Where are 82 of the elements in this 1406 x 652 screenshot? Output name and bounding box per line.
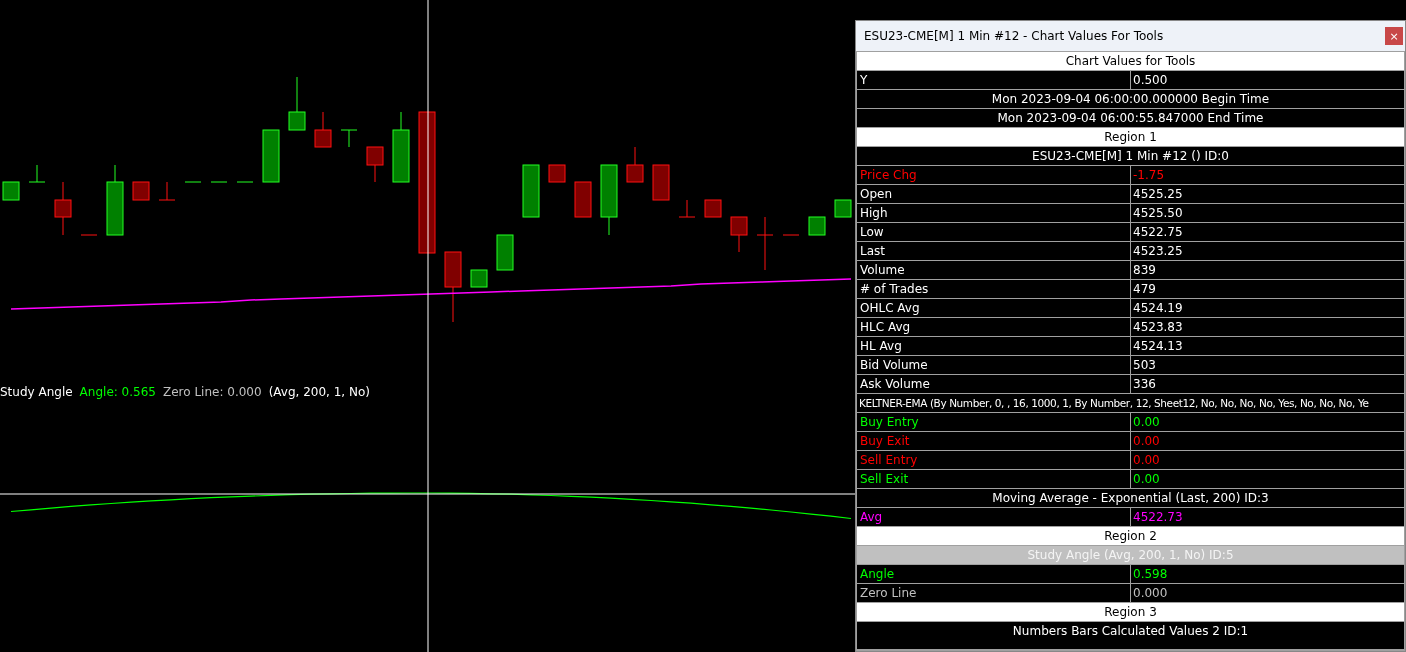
value-label: HL Avg xyxy=(860,339,902,353)
candle xyxy=(730,216,748,253)
candle xyxy=(652,164,670,201)
candle xyxy=(314,111,332,148)
legend-item: (Avg, 200, 1, No) xyxy=(268,385,370,399)
value-label: Sell Entry xyxy=(860,453,918,467)
value-label: Angle xyxy=(860,567,895,581)
value-cell-text: 4523.25 xyxy=(1132,244,1183,258)
value-label: Volume xyxy=(860,263,905,277)
value-label: Open xyxy=(860,187,893,201)
value-label: Zero Line xyxy=(860,586,917,600)
candle xyxy=(678,199,696,218)
value-cell-text: 839 xyxy=(1132,263,1156,277)
window-title: ESU23-CME[M] 1 Min #12 - Chart Values For Tools xyxy=(864,29,1164,43)
section-header: Region 3 xyxy=(1103,605,1158,619)
value-label: Sell Exit xyxy=(860,472,909,486)
value-cell-text: 0.598 xyxy=(1132,567,1168,581)
candle xyxy=(340,129,358,148)
candle xyxy=(626,146,644,183)
value-cell-text: 0.00 xyxy=(1132,453,1160,467)
value-cell-text: 0.000 xyxy=(1132,586,1168,600)
section-header: Chart Values for Tools xyxy=(1064,54,1197,68)
legend-title: Study Angle xyxy=(0,385,73,399)
legend-item: Angle: 0.565 xyxy=(79,385,156,399)
value-label: Low xyxy=(860,225,884,239)
value-label: Avg xyxy=(860,510,883,524)
section-header: Region 1 xyxy=(1103,130,1158,144)
value-label: Last xyxy=(860,244,885,258)
value-cell-text: 0.00 xyxy=(1132,415,1160,429)
value-label: HLC Avg xyxy=(860,320,911,334)
value-label: Y xyxy=(860,73,868,87)
candle xyxy=(444,251,462,323)
candle xyxy=(548,164,566,183)
study-title-row[interactable]: ESU23-CME[M] 1 Min #12 () ID:0 xyxy=(857,147,1404,166)
candle xyxy=(158,181,176,201)
value-cell-text: 0.500 xyxy=(1132,73,1168,87)
value-cell-text: 0.00 xyxy=(1132,434,1160,448)
legend-item: Zero Line: 0.000 xyxy=(162,385,262,399)
value-label: OHLC Avg xyxy=(860,301,920,315)
candle xyxy=(600,164,618,236)
value-cell-text: 4522.75 xyxy=(1132,225,1183,239)
candle xyxy=(574,181,592,218)
value-cell-text: 0.00 xyxy=(1132,472,1160,486)
value-cell-text: 336 xyxy=(1132,377,1156,391)
candle xyxy=(496,234,514,271)
value-cell-text: 4525.50 xyxy=(1132,206,1183,220)
study-title-row[interactable]: Moving Average - Exponential (Last, 200) ID:3 xyxy=(857,489,1404,508)
value-label: Bid Volume xyxy=(860,358,928,372)
value-cell-text: 479 xyxy=(1132,282,1156,296)
candle xyxy=(54,181,72,236)
value-label: # of Trades xyxy=(860,282,929,296)
value-cell-text: 4525.25 xyxy=(1132,187,1183,201)
candle xyxy=(470,269,488,288)
value-label: Price Chg xyxy=(860,168,917,182)
section-header: Region 2 xyxy=(1103,529,1158,543)
value-cell-text: -1.75 xyxy=(1132,168,1165,182)
value-cell-text: 4524.13 xyxy=(1132,339,1183,353)
candle xyxy=(28,164,46,183)
candle xyxy=(522,164,540,218)
value-label: Ask Volume xyxy=(860,377,930,391)
value-cell-text: 4522.73 xyxy=(1132,510,1183,524)
candle xyxy=(808,216,826,236)
candle xyxy=(106,164,124,236)
candle xyxy=(392,111,410,183)
candle xyxy=(288,76,306,131)
value-label: Buy Exit xyxy=(860,434,910,448)
candle xyxy=(704,199,722,218)
candle xyxy=(132,181,150,201)
value-label: High xyxy=(860,206,888,220)
candle xyxy=(262,129,280,183)
candle xyxy=(834,199,852,218)
candle xyxy=(756,216,774,271)
candle xyxy=(366,146,384,183)
value-cell-text: 4524.19 xyxy=(1132,301,1183,315)
study-parameters: KELTNER-EMA (By Number, 0, , 16, 1000, 1, By Number, 12, Sheet12, No, No, No, No, Yes, No, No, No, Ye xyxy=(858,397,1369,409)
value-cell-text: 503 xyxy=(1132,358,1156,372)
value-label: Buy Entry xyxy=(860,415,919,429)
close-button[interactable]: × xyxy=(1385,27,1403,45)
study-title-row[interactable]: Mon 2023-09-04 06:00:00.000000 Begin Time xyxy=(857,90,1404,109)
study-title-row[interactable]: Numbers Bars Calculated Values 2 ID:1 xyxy=(857,622,1404,650)
value-cell-text: 4523.83 xyxy=(1132,320,1183,334)
candle xyxy=(2,181,20,201)
